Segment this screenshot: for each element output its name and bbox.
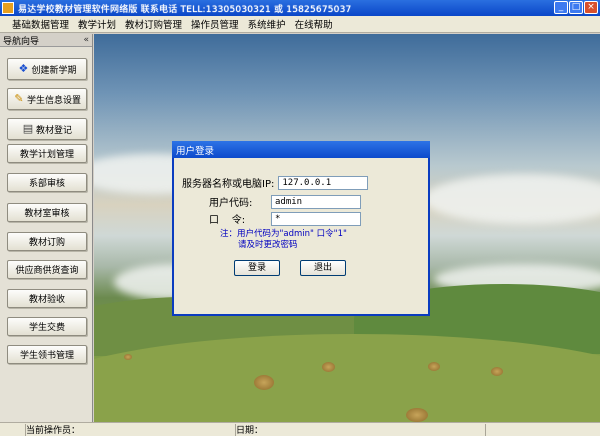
- hay-bale: [254, 375, 274, 390]
- nav-textbook-register[interactable]: ▤ 教材登记: [7, 118, 87, 140]
- server-row: 服务器名称或电脑IP: 127.0.0.1: [182, 175, 369, 190]
- nav-label: 学生交费: [28, 323, 65, 333]
- server-label: 服务器名称或电脑IP:: [182, 179, 275, 190]
- menu-help[interactable]: 在线帮助: [295, 17, 333, 31]
- menu-bar: 基础数据管理 教学计划 教材订购管理 操作员管理 系统维护 在线帮助: [0, 16, 600, 33]
- password-label: 口 令:: [209, 215, 246, 226]
- sidebar-title: 导航向导: [3, 36, 40, 47]
- nav-label: 教学计划管理: [19, 150, 74, 160]
- nav-label: 创建新学期: [31, 65, 77, 76]
- nav-label: 教材室审核: [24, 209, 70, 219]
- nav-dept-review[interactable]: 系部审核: [7, 173, 87, 192]
- dialog-title: 用户登录: [172, 141, 430, 158]
- menu-operator[interactable]: 操作员管理: [191, 17, 239, 31]
- hay-bale: [322, 362, 335, 372]
- nav-textbook-order[interactable]: 教材订购: [7, 232, 87, 251]
- operator-label: 当前操作员：: [26, 426, 81, 436]
- menu-basic-data[interactable]: 基础数据管理: [12, 17, 69, 31]
- date-label: 日期：: [236, 426, 264, 436]
- user-label: 用户代码:: [209, 198, 253, 209]
- nav-label: 教材登记: [35, 125, 72, 136]
- maximize-button[interactable]: □: [569, 1, 583, 14]
- nav-supplier-query[interactable]: 供应商供货查询: [7, 260, 87, 279]
- app-icon: [2, 2, 14, 14]
- password-input[interactable]: *: [271, 211, 361, 226]
- nav-textbook-room-review[interactable]: 教材室审核: [7, 203, 87, 222]
- nav-label: 系部审核: [28, 179, 65, 189]
- login-dialog: 用户登录 服务器名称或电脑IP: 127.0.0.1 用户代码: admin 口…: [172, 141, 430, 316]
- user-row: 用户代码: admin: [209, 194, 361, 209]
- password-row: 口 令: *: [209, 211, 361, 226]
- user-code-input[interactable]: admin: [271, 194, 361, 209]
- menu-textbook-order[interactable]: 教材订购管理: [125, 17, 182, 31]
- nav-student-payment[interactable]: 学生交费: [7, 317, 87, 336]
- nav-label: 供应商供货查询: [15, 266, 79, 276]
- nav-label: 教材订购: [28, 238, 65, 248]
- nav-label: 学生领书管理: [19, 351, 74, 361]
- status-date: 日期：: [236, 423, 486, 436]
- nav-student-book-collect[interactable]: 学生领书管理: [7, 345, 87, 364]
- menu-system[interactable]: 系统维护: [248, 17, 286, 31]
- collapse-icon[interactable]: «: [83, 35, 89, 45]
- login-button[interactable]: 登录: [234, 260, 280, 276]
- window-controls: _ □ ×: [554, 1, 598, 14]
- close-button[interactable]: ×: [584, 1, 598, 14]
- hint-note-2: 请及时更改密码: [238, 240, 298, 250]
- book-icon: ▤: [22, 122, 34, 135]
- menu-teaching-plan[interactable]: 教学计划: [78, 17, 116, 31]
- exit-button[interactable]: 退出: [300, 260, 346, 276]
- nav-label: 教材验收: [28, 295, 65, 305]
- hay-bale: [491, 367, 503, 376]
- status-operator: 当前操作员：: [26, 423, 236, 436]
- nav-teaching-plan[interactable]: 教学计划管理: [7, 144, 87, 163]
- sidebar-header: 导航向导 «: [0, 34, 92, 47]
- server-input[interactable]: 127.0.0.1: [278, 175, 369, 190]
- hill: [94, 334, 600, 422]
- status-bar: 当前操作员： 日期：: [0, 422, 600, 436]
- hay-bale: [428, 362, 440, 371]
- window-title: 易达学校教材管理软件网络版 联系电话 TELL:13305030321 或 15…: [18, 4, 352, 15]
- nav-label: 学生信息设置: [26, 95, 81, 106]
- book-blue-icon: ❖: [18, 62, 29, 75]
- status-spacer: [0, 423, 26, 436]
- notepad-icon: ✎: [14, 92, 24, 105]
- hay-bale: [406, 408, 428, 422]
- minimize-button[interactable]: _: [554, 1, 568, 14]
- nav-create-semester[interactable]: ❖ 创建新学期: [7, 58, 87, 80]
- nav-textbook-accept[interactable]: 教材验收: [7, 289, 87, 308]
- nav-sidebar: 导航向导 « ❖ 创建新学期 ✎ 学生信息设置 ▤ 教材登记 教学计划管理 系部…: [0, 34, 93, 422]
- hay-bale: [124, 354, 132, 360]
- cloud: [424, 174, 600, 224]
- nav-student-info[interactable]: ✎ 学生信息设置: [7, 88, 87, 110]
- title-bar: 易达学校教材管理软件网络版 联系电话 TELL:13305030321 或 15…: [0, 0, 600, 16]
